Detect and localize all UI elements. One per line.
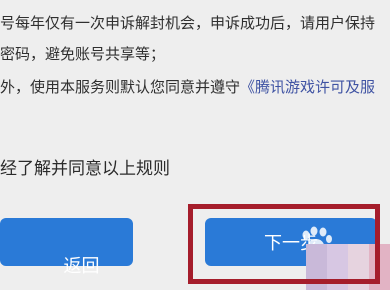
rule-line-2: 密码，避免账号共享等； (0, 45, 166, 63)
rule-line-1: 号每年仅有一次申诉解封机会，申诉成功后，请用户保持 (0, 14, 376, 32)
license-agreement-link[interactable]: 《腾讯游戏许可及服 (240, 78, 375, 96)
rule-line-3: 外，使用本服务则默认您同意并遵守《腾讯游戏许可及服 (0, 77, 375, 97)
rule-line-3-text: 外，使用本服务则默认您同意并遵守 (0, 78, 241, 96)
back-button-label: 返回 (63, 256, 100, 276)
agreement-statement[interactable]: 经了解并同意以上规则 (0, 157, 170, 181)
next-button-highlight-frame (188, 204, 380, 284)
back-button[interactable]: 返回 (0, 218, 133, 276)
